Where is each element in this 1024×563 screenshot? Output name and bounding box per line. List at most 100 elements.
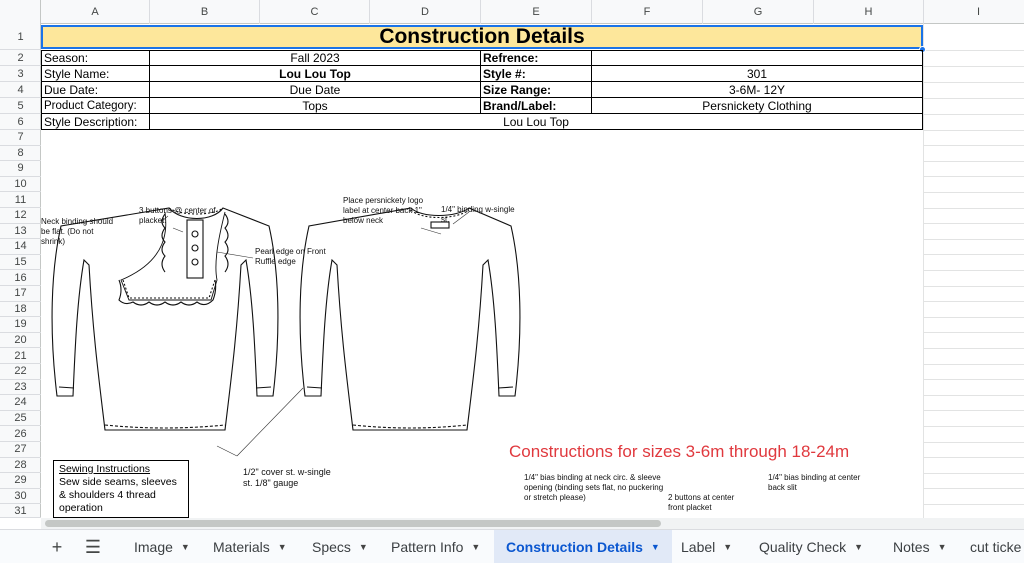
row-header[interactable]: 24 [0, 395, 41, 411]
caret-down-icon: ▼ [650, 542, 660, 552]
style-desc-value: Lou Lou Top [503, 114, 569, 129]
brand-value-cell[interactable]: Persnickety Clothing [591, 97, 923, 114]
row-header[interactable]: 18 [0, 302, 41, 318]
title-cell[interactable]: Construction Details [41, 25, 923, 49]
tab-label-sheet[interactable]: Label ▼ [681, 530, 732, 563]
pearl-edge-note: Pearl edge on Front Ruffle edge [255, 247, 326, 266]
cover-stitch-note: 1/2" cover st. w-single st. 1/8" gauge [243, 467, 331, 488]
style-name-label-cell[interactable]: Style Name: [41, 65, 150, 82]
style-name-value: Lou Lou Top [279, 66, 351, 81]
tab-label: Materials [213, 539, 270, 555]
tab-pattern-info[interactable]: Pattern Info ▼ [391, 530, 480, 563]
back-slit-binding-note: 1/4" bias binding at center back slit [768, 473, 861, 492]
column-header-bar: A B C D E F G H I [0, 0, 1024, 24]
row-header[interactable]: 13 [0, 224, 41, 240]
row-header[interactable]: 3 [0, 66, 41, 82]
row-header[interactable]: 14 [0, 239, 41, 255]
row-header[interactable]: 30 [0, 489, 41, 505]
tab-notes[interactable]: Notes ▼ [893, 530, 947, 563]
season-label-cell[interactable]: Season: [41, 50, 150, 66]
horizontal-scroll-thumb[interactable] [45, 520, 661, 527]
season-value-cell[interactable]: Fall 2023 [149, 50, 481, 66]
row-header[interactable]: 22 [0, 364, 41, 380]
product-category-value-cell[interactable]: Tops [149, 97, 481, 114]
row-header[interactable]: 10 [0, 177, 41, 193]
style-name-value-cell[interactable]: Lou Lou Top [149, 65, 481, 82]
style-no-value-cell[interactable]: 301 [591, 65, 923, 82]
gridline [923, 50, 1024, 51]
product-category-label-cell[interactable]: Product Category: [41, 97, 150, 114]
gridline [923, 82, 1024, 83]
column-header-c[interactable]: C [260, 0, 370, 24]
product-category-value: Tops [302, 98, 328, 113]
tab-quality-check[interactable]: Quality Check ▼ [759, 530, 863, 563]
column-header-i[interactable]: I [924, 0, 1024, 24]
column-header-a[interactable]: A [41, 0, 150, 24]
tab-construction-details[interactable]: Construction Details ▼ [494, 530, 672, 563]
gridline [923, 286, 1024, 287]
row-header[interactable]: 8 [0, 146, 41, 162]
bias-binding-neck-note: 1/4" bias binding at neck circ. & sleeve… [524, 473, 664, 502]
caret-down-icon: ▼ [937, 542, 947, 552]
brand-label-cell[interactable]: Brand/Label: [480, 97, 592, 114]
column-header-d[interactable]: D [370, 0, 481, 24]
row-header[interactable]: 23 [0, 380, 41, 396]
column-header-h[interactable]: H [814, 0, 924, 24]
row-header[interactable]: 17 [0, 286, 41, 302]
caret-down-icon: ▼ [854, 542, 864, 552]
row-header[interactable]: 15 [0, 255, 41, 271]
tab-cut-ticket[interactable]: cut ticke [970, 530, 1021, 563]
add-sheet-button[interactable]: + [45, 530, 69, 563]
tab-image[interactable]: Image ▼ [134, 530, 190, 563]
row-header[interactable]: 1 [0, 24, 41, 50]
column-header-f[interactable]: F [592, 0, 703, 24]
row-header[interactable]: 27 [0, 442, 41, 458]
row-header[interactable]: 20 [0, 333, 41, 349]
reference-value-cell[interactable] [591, 50, 923, 66]
row-header[interactable]: 12 [0, 208, 41, 224]
style-desc-value-cell[interactable]: Lou Lou Top [149, 113, 923, 130]
style-no-label-cell[interactable]: Style #: [480, 65, 592, 82]
back-binding-note: 1/4" binding w-single st. [441, 205, 515, 224]
due-date-label-cell[interactable]: Due Date: [41, 81, 150, 98]
all-sheets-button[interactable]: ☰ [80, 530, 106, 563]
row-header[interactable]: 6 [0, 114, 41, 130]
column-header-b[interactable]: B [150, 0, 260, 24]
style-no-value: 301 [746, 66, 768, 81]
horizontal-scrollbar[interactable] [41, 518, 1024, 529]
row-header[interactable]: 16 [0, 270, 41, 286]
style-desc-label-cell[interactable]: Style Description: [41, 113, 150, 130]
gridline [923, 192, 1024, 193]
caret-down-icon: ▼ [277, 542, 287, 552]
gridline [923, 208, 1024, 209]
row-header[interactable]: 25 [0, 411, 41, 427]
row-header[interactable]: 7 [0, 130, 41, 146]
reference-label-cell[interactable]: Refrence: [480, 50, 592, 66]
row-header[interactable]: 9 [0, 161, 41, 177]
row-header[interactable]: 31 [0, 504, 41, 518]
row-header[interactable]: 19 [0, 317, 41, 333]
spreadsheet-grid[interactable]: Construction Details Season: Fall 2023 R… [41, 24, 1024, 518]
row-header[interactable]: 5 [0, 98, 41, 114]
tab-materials[interactable]: Materials ▼ [213, 530, 287, 563]
column-header-g[interactable]: G [703, 0, 814, 24]
row-header[interactable]: 2 [0, 50, 41, 66]
row-header[interactable]: 11 [0, 192, 41, 208]
due-date-value-cell[interactable]: Due Date [149, 81, 481, 98]
row-header[interactable]: 4 [0, 82, 41, 98]
neck-binding-note: Neck binding should be flat. (Do not shr… [41, 217, 114, 246]
row-header[interactable]: 28 [0, 458, 41, 474]
size-range-value-cell[interactable]: 3-6M- 12Y [591, 81, 923, 98]
tab-specs[interactable]: Specs ▼ [312, 530, 368, 563]
sewing-instructions-heading: Sewing Instructions [59, 463, 151, 475]
row-header[interactable]: 21 [0, 348, 41, 364]
size-range-label-cell[interactable]: Size Range: [480, 81, 592, 98]
select-all-corner[interactable] [0, 0, 41, 24]
row-header[interactable]: 29 [0, 473, 41, 489]
season-value: Fall 2023 [290, 51, 340, 65]
column-header-e[interactable]: E [481, 0, 592, 24]
gridline [923, 426, 1024, 427]
row-header[interactable]: 26 [0, 426, 41, 442]
gridline [923, 442, 1024, 443]
tab-label: Construction Details [506, 539, 643, 555]
